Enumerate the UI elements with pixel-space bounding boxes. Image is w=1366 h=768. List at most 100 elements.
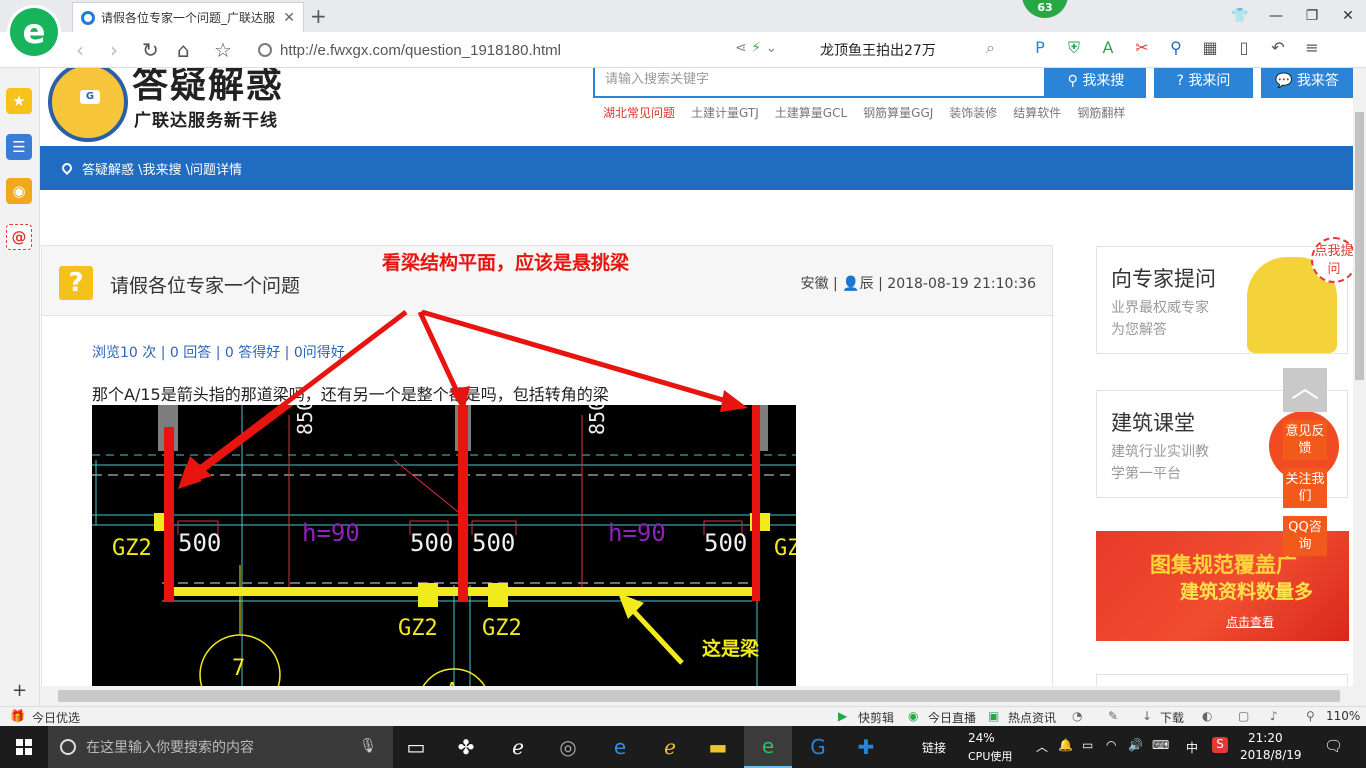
tray-link-label[interactable]: 链接 xyxy=(922,739,946,756)
wifi-icon[interactable]: ◠ xyxy=(1106,738,1116,752)
skin-icon[interactable]: 👕 xyxy=(1222,0,1258,32)
bookmark-star-icon[interactable]: ☆ xyxy=(214,38,232,62)
browser-nav-bar: ‹ › ↻ ⌂ ☆ http://e.fwxgx.com/question_19… xyxy=(0,32,1366,68)
favorites-star-icon[interactable]: ★ xyxy=(6,88,32,114)
ad-link[interactable]: 点击查看 xyxy=(1226,613,1274,630)
notification-badge[interactable]: 63 xyxy=(1022,0,1068,18)
pin-icon[interactable]: ✎ xyxy=(1108,709,1118,723)
close-tab-icon[interactable]: ✕ xyxy=(283,10,295,26)
shield-icon[interactable]: ⛨ xyxy=(1064,38,1084,58)
follow-us-button[interactable]: 关注我们 xyxy=(1283,468,1327,508)
url-text: http://e.fwxgx.com/question_1918180.html xyxy=(280,41,562,59)
edge-icon[interactable]: e xyxy=(596,726,644,768)
status-live[interactable]: 今日直播 xyxy=(928,709,976,726)
speed-icon[interactable]: ◔ xyxy=(1072,709,1082,723)
taskbar-search-box[interactable]: 在这里输入你要搜索的内容 🎙 xyxy=(48,726,393,768)
move-app-icon[interactable]: ✚ xyxy=(842,726,890,768)
download-icon: ↓ xyxy=(1142,709,1153,723)
browser-tab[interactable]: 请假各位专家一个问题_广联达服 ✕ xyxy=(72,2,304,32)
apps-grid-icon[interactable]: ▦ xyxy=(1200,38,1220,58)
vertical-scrollbar[interactable] xyxy=(1353,68,1366,686)
reading-list-icon[interactable]: ☰ xyxy=(6,134,32,160)
minimize-button[interactable]: — xyxy=(1258,0,1294,32)
refresh-icon[interactable]: ↻ xyxy=(142,38,159,62)
battery-icon[interactable]: ▭ xyxy=(1082,738,1093,752)
undo-icon[interactable]: ↶ xyxy=(1268,38,1288,58)
ask-expert-card[interactable]: 向专家提问 业界最权威专家 为您解答 点我提问 xyxy=(1096,237,1353,354)
internet-explorer-icon[interactable]: ℯ xyxy=(646,726,694,768)
translate-icon[interactable]: A xyxy=(1098,38,1118,58)
status-hot-news[interactable]: 热点资讯 xyxy=(1008,709,1056,726)
feedback-button[interactable]: 意见反馈 xyxy=(1283,420,1327,460)
ask-expert-title: 向专家提问 xyxy=(1111,267,1216,291)
scrollbar-thumb[interactable] xyxy=(1355,112,1364,380)
status-download[interactable]: 下载 xyxy=(1160,709,1184,726)
news-ticker[interactable]: 龙顶鱼王拍出27万 xyxy=(820,40,936,60)
task-view-icon[interactable]: ▭ xyxy=(392,726,440,768)
ie-browser-icon[interactable]: ℯ xyxy=(494,726,542,768)
floating-panel: ︿ 意见反馈 关注我们 QQ咨询 xyxy=(1283,368,1327,556)
spiral-app-icon[interactable]: ◎ xyxy=(544,726,592,768)
night-icon[interactable]: ◐ xyxy=(1202,709,1212,723)
forward-icon[interactable]: › xyxy=(110,38,118,62)
phone-icon[interactable]: ▯ xyxy=(1234,38,1254,58)
course-title: 建筑课堂 xyxy=(1111,411,1195,435)
keyboard-icon[interactable]: ⌨ xyxy=(1152,738,1169,752)
gift-icon: 🎁 xyxy=(10,709,25,723)
close-window-button[interactable]: ✕ xyxy=(1330,0,1366,32)
ad-line-1: 图集规范覆盖广 xyxy=(1150,553,1297,577)
scissors-icon[interactable]: ✂ xyxy=(1132,38,1152,58)
clock-time[interactable]: 21:20 xyxy=(1248,731,1283,745)
weibo-icon[interactable]: ◉ xyxy=(6,178,32,204)
taskbar-search-placeholder: 在这里输入你要搜索的内容 xyxy=(86,740,254,756)
clock-date[interactable]: 2018/8/19 xyxy=(1240,748,1302,762)
globe-icon xyxy=(258,43,272,57)
new-tab-button[interactable]: + xyxy=(310,4,327,28)
back-to-top-icon[interactable]: ︿ xyxy=(1283,368,1327,412)
microphone-icon[interactable]: 🎙 xyxy=(359,738,377,754)
ask-button[interactable]: ? 我来问 xyxy=(1154,68,1253,98)
start-button[interactable] xyxy=(0,726,48,768)
status-today-picks[interactable]: 今日优选 xyxy=(32,709,80,726)
window-icon[interactable]: ▢ xyxy=(1238,709,1249,723)
file-explorer-icon[interactable]: ▬ xyxy=(694,726,742,768)
restore-button[interactable]: ❐ xyxy=(1294,0,1330,32)
clip-icon: ▶ xyxy=(838,709,848,723)
360-browser-icon[interactable]: e xyxy=(744,726,792,768)
course-subtitle: 学第一平台 xyxy=(1111,466,1181,482)
browser-logo-icon[interactable]: e xyxy=(10,8,58,56)
ime-indicator[interactable]: 中 xyxy=(1186,739,1198,756)
sogou-icon[interactable]: S xyxy=(1212,737,1228,753)
volume-icon[interactable]: 🔊 xyxy=(1128,738,1143,752)
home-icon[interactable]: ⌂ xyxy=(177,38,190,62)
mail-at-icon[interactable]: @ xyxy=(6,224,32,250)
status-quick-cut[interactable]: 快剪辑 xyxy=(858,709,894,726)
bell-icon[interactable]: 🔔 xyxy=(1058,738,1073,752)
ask-expert-tag[interactable]: 点我提问 xyxy=(1311,237,1353,283)
menu-icon[interactable]: ≡ xyxy=(1302,38,1322,58)
search-icon[interactable]: ⌕ xyxy=(986,38,995,58)
annotation-arrows-overlay xyxy=(180,309,748,486)
sound-icon[interactable]: ♪ xyxy=(1270,709,1278,723)
extension-icons: P ⛨ A ✂ ⚲ ▦ ▯ ↶ ≡ xyxy=(1030,38,1322,58)
magnifier-icon[interactable]: ⚲ xyxy=(1166,38,1186,58)
cortana-icon xyxy=(60,739,76,755)
add-sidebar-icon[interactable]: + xyxy=(12,680,27,701)
glodon-app-icon[interactable]: G xyxy=(794,726,842,768)
answer-button-label: 我来答 xyxy=(1296,73,1339,89)
address-bar[interactable]: http://e.fwxgx.com/question_1918180.html xyxy=(258,38,803,62)
share-icons[interactable]: ⋖ ⚡ ⌄ xyxy=(735,40,777,56)
scrollbar-thumb[interactable] xyxy=(58,690,1340,702)
answer-button[interactable]: 💬 我来答 xyxy=(1261,68,1353,98)
windows-taskbar: 在这里输入你要搜索的内容 🎙 ▭ ✤ ℯ ◎ e ℯ ▬ e G ✚ 链接 24… xyxy=(0,726,1366,768)
extension-p-icon[interactable]: P xyxy=(1030,38,1050,58)
fan-app-icon[interactable]: ✤ xyxy=(442,726,490,768)
qq-consult-button[interactable]: QQ咨询 xyxy=(1283,516,1327,556)
news-icon: ▣ xyxy=(988,709,1000,723)
status-zoom[interactable]: 110% xyxy=(1326,709,1360,723)
ad-line-2: 建筑资料数量多 xyxy=(1180,581,1314,603)
horizontal-scrollbar[interactable] xyxy=(40,686,1366,706)
back-icon[interactable]: ‹ xyxy=(76,38,84,62)
notification-center-icon[interactable]: 🗨 xyxy=(1324,737,1343,755)
tray-expand-icon[interactable]: ︿ xyxy=(1036,738,1048,755)
